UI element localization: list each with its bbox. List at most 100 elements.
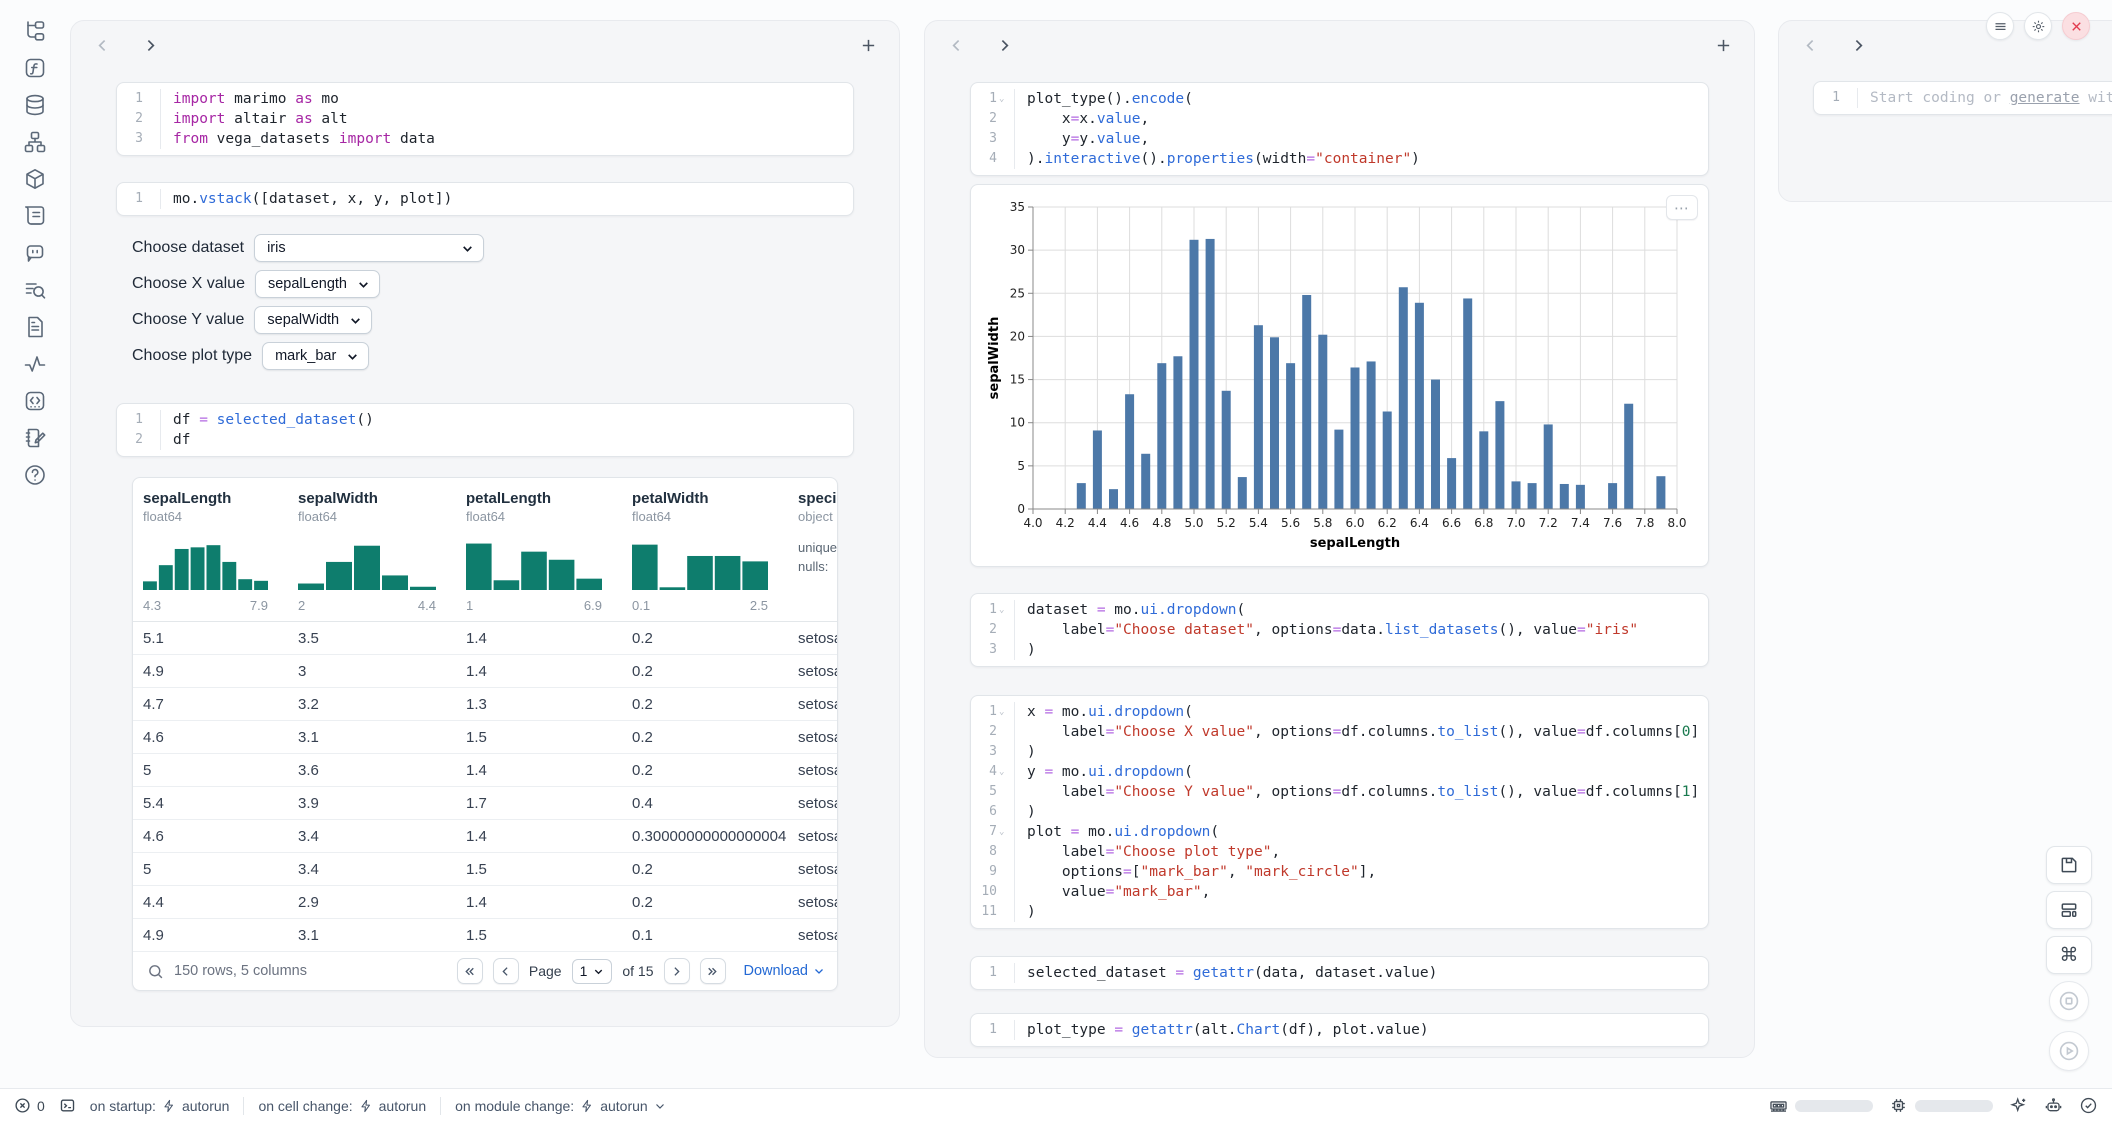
code-cell-df[interactable]: 1df = selected_dataset()2df	[116, 403, 854, 457]
table-row[interactable]: 53.61.40.2setosa	[133, 754, 837, 787]
column-name[interactable]: species	[798, 490, 837, 507]
run-setting-0[interactable]: on startup:autorun	[90, 1098, 230, 1114]
column-header-sepalLength[interactable]: sepalLengthfloat644.37.9	[143, 490, 298, 613]
code-line: y=y.value,	[1015, 129, 1149, 149]
package-box-icon[interactable]	[17, 166, 53, 192]
column-header-sepalWidth[interactable]: sepalWidthfloat6424.4	[298, 490, 466, 613]
code-cell-xy-plot-dropdowns[interactable]: 1⌄x = mo.ui.dropdown(2 label="Choose X v…	[970, 695, 1709, 929]
column-name[interactable]: sepalWidth	[298, 490, 466, 507]
page-select[interactable]: 1	[572, 959, 613, 984]
panel2-forward-button[interactable]	[991, 32, 1017, 58]
table-row[interactable]: 5.13.51.40.2setosa	[133, 622, 837, 655]
database-icon[interactable]	[17, 92, 53, 118]
column-header-petalWidth[interactable]: petalWidthfloat640.12.5	[632, 490, 798, 613]
dropdown-select-choose-dataset[interactable]: iris	[254, 234, 484, 262]
bar	[1286, 363, 1295, 509]
ai-assist-button[interactable]	[2009, 1096, 2028, 1115]
status-check-button[interactable]	[2079, 1096, 2098, 1115]
code-cell-vstack[interactable]: 1mo.vstack([dataset, x, y, plot])	[116, 182, 854, 216]
next-page-button[interactable]	[664, 958, 690, 984]
table-row[interactable]: 4.73.21.30.2setosa	[133, 688, 837, 721]
panel1-add-cell-button[interactable]	[855, 32, 881, 58]
cpu-meter	[1889, 1096, 1993, 1115]
chart-menu-button[interactable]: ⋯	[1666, 195, 1698, 220]
table-row[interactable]: 4.93.11.50.1setosa	[133, 919, 837, 952]
svg-text:6.4: 6.4	[1410, 516, 1429, 530]
table-row[interactable]: 4.63.41.40.30000000000000004setosa	[133, 820, 837, 853]
download-button[interactable]: Download	[744, 963, 826, 979]
code-block-icon[interactable]	[17, 388, 53, 414]
panel2-add-cell-button[interactable]	[1710, 32, 1736, 58]
panel1-back-button[interactable]	[89, 32, 115, 58]
close-button[interactable]	[2062, 12, 2090, 40]
last-page-button[interactable]	[700, 958, 726, 984]
code-cell-plot-type[interactable]: 1plot_type = getattr(alt.Chart(df), plot…	[970, 1013, 1709, 1047]
run-setting-2[interactable]: on module change:autorun	[455, 1098, 666, 1114]
line-number: 9	[971, 862, 1015, 882]
table-row[interactable]: 4.63.11.50.2setosa	[133, 721, 837, 754]
table-cell: setosa	[798, 795, 837, 812]
run-setting-1[interactable]: on cell change:autorun	[258, 1098, 426, 1114]
column-name[interactable]: petalWidth	[632, 490, 798, 507]
menu-button[interactable]	[1986, 12, 2014, 40]
bot-message-icon[interactable]	[17, 240, 53, 266]
command-icon: ⌘	[2060, 944, 2079, 967]
file-tree-icon[interactable]	[17, 18, 53, 44]
shortcuts-button[interactable]: ⌘	[2046, 936, 2092, 974]
dropdown-select-choose-y-value[interactable]: sepalWidth	[254, 306, 372, 334]
table-row[interactable]: 53.41.50.2setosa	[133, 853, 837, 886]
chatbot-button[interactable]	[2044, 1096, 2063, 1115]
code-cell-dataset-dropdown[interactable]: 1⌄dataset = mo.ui.dropdown(2 label="Choo…	[970, 593, 1709, 667]
save-button[interactable]	[2046, 846, 2092, 884]
run-button[interactable]	[2049, 1031, 2089, 1071]
activity-icon[interactable]	[17, 351, 53, 377]
org-chart-icon[interactable]	[17, 129, 53, 155]
empty-code-cell[interactable]: 1 Start coding or generate with AI.	[1813, 81, 2112, 115]
svg-text:6.6: 6.6	[1442, 516, 1461, 530]
layout-button[interactable]	[2046, 891, 2092, 929]
panel1-forward-button[interactable]	[137, 32, 163, 58]
table-row[interactable]: 4.931.40.2setosa	[133, 655, 837, 688]
code-cell-imports[interactable]: 1import marimo as mo2import altair as al…	[116, 82, 854, 156]
error-indicator[interactable]: 0	[14, 1097, 45, 1114]
column-header-petalLength[interactable]: petalLengthfloat6416.9	[466, 490, 632, 613]
help-circle-icon[interactable]	[17, 462, 53, 488]
panel2-back-button[interactable]	[943, 32, 969, 58]
column-header-species[interactable]: speciesobjectunique:nulls:	[798, 490, 837, 613]
stop-button[interactable]	[2049, 981, 2089, 1021]
first-page-button[interactable]	[457, 958, 483, 984]
table-row[interactable]: 4.42.91.40.2setosa	[133, 886, 837, 919]
code-cell-plot-encode[interactable]: 1⌄plot_type().encode(2 x=x.value,3 y=y.v…	[970, 82, 1709, 176]
table-cell: 4.4	[143, 894, 298, 911]
line-number: 1⌄	[971, 702, 1015, 722]
error-circle-icon	[14, 1097, 31, 1114]
column-name[interactable]: petalLength	[466, 490, 632, 507]
panel1-header[interactable]	[71, 21, 899, 69]
altair-bar-chart[interactable]: 051015202530354.04.24.44.64.85.05.25.45.…	[985, 197, 1689, 555]
line-number: 2	[117, 109, 161, 129]
settings-button[interactable]	[2024, 12, 2052, 40]
code-line: value="mark_bar",	[1015, 882, 1210, 902]
panel3-back-button[interactable]	[1797, 32, 1823, 58]
panel2-header[interactable]	[925, 21, 1754, 69]
function-square-icon[interactable]	[17, 55, 53, 81]
document-icon[interactable]	[17, 314, 53, 340]
prev-page-button[interactable]	[493, 958, 519, 984]
notebook-edit-icon[interactable]	[17, 425, 53, 451]
panel3-forward-button[interactable]	[1845, 32, 1871, 58]
code-editor-placeholder[interactable]: Start coding or generate with AI.	[1858, 88, 2112, 108]
scroll-text-icon[interactable]	[17, 203, 53, 229]
code-cell-selected-dataset[interactable]: 1selected_dataset = getattr(data, datase…	[970, 956, 1709, 990]
bar	[1125, 394, 1134, 509]
table-cell: 5.1	[143, 630, 298, 647]
code-line: import marimo as mo	[161, 89, 339, 109]
svg-text:4.2: 4.2	[1056, 516, 1075, 530]
terminal-button[interactable]	[59, 1097, 76, 1114]
list-search-icon[interactable]	[17, 277, 53, 303]
table-row[interactable]: 5.43.91.70.4setosa	[133, 787, 837, 820]
dropdown-select-choose-x-value[interactable]: sepalLength	[255, 270, 380, 298]
search-icon[interactable]	[147, 963, 164, 980]
column-name[interactable]: sepalLength	[143, 490, 298, 507]
dropdown-select-choose-plot-type[interactable]: mark_bar	[262, 342, 369, 370]
code-line: ).interactive().properties(width="contai…	[1015, 149, 1420, 169]
